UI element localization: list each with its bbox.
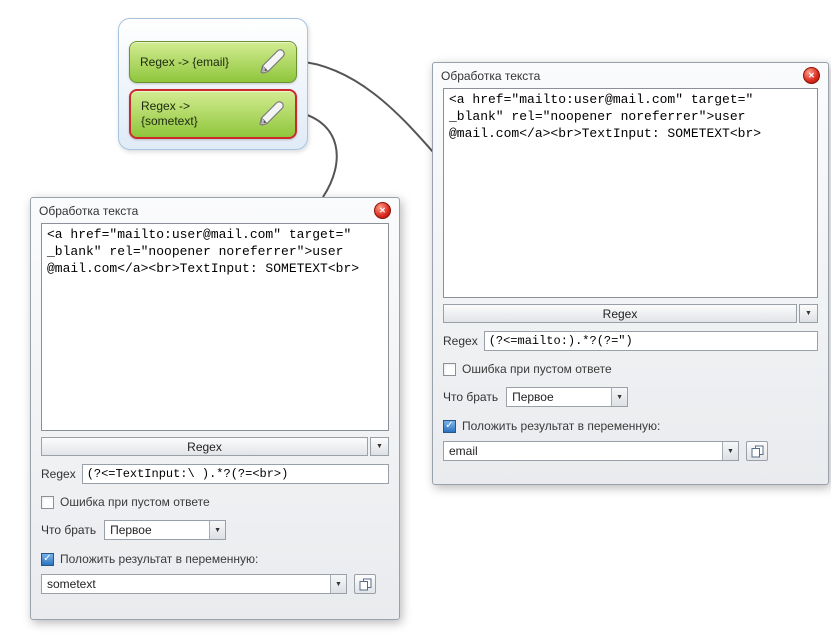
action-group[interactable]: Regex -> {email} Regex -> {sometext}	[118, 18, 308, 150]
variable-name: sometext	[42, 577, 330, 591]
error-checkbox-label: Ошибка при пустом ответе	[60, 495, 210, 509]
chevron-down-icon[interactable]	[611, 388, 627, 406]
action-block-label: Regex -> {sometext}	[131, 99, 256, 129]
put-to-variable-checkbox[interactable]	[41, 553, 54, 566]
dialog-titlebar[interactable]: Обработка текста	[31, 198, 399, 223]
variable-select[interactable]: email	[443, 441, 739, 461]
action-block-sometext-selected[interactable]: Regex -> {sometext}	[129, 89, 297, 139]
regex-input[interactable]	[82, 464, 389, 484]
chevron-down-icon[interactable]	[722, 442, 738, 460]
take-select[interactable]: Первое	[104, 520, 226, 540]
mode-button[interactable]: Regex	[443, 304, 797, 323]
put-to-variable-label: Положить результат в переменную:	[462, 419, 660, 433]
regex-label: Regex	[41, 467, 76, 481]
text-processing-dialog-email: Обработка текста <a href="mailto:user@ma…	[432, 62, 829, 485]
dialog-title: Обработка текста	[39, 204, 374, 218]
chevron-down-icon[interactable]	[209, 521, 225, 539]
take-select-value: Первое	[507, 390, 611, 404]
variable-name: email	[444, 444, 722, 458]
source-text-area[interactable]: <a href="mailto:user@mail.com" target=" …	[443, 88, 818, 298]
error-checkbox[interactable]	[443, 363, 456, 376]
connector-email	[297, 61, 433, 152]
mode-button[interactable]: Regex	[41, 437, 368, 456]
put-to-variable-label: Положить результат в переменную:	[60, 552, 258, 566]
text-processing-dialog-sometext: Обработка текста <a href="mailto:user@ma…	[30, 197, 400, 620]
regex-label: Regex	[443, 334, 478, 348]
copy-button[interactable]	[354, 574, 376, 594]
action-block-email[interactable]: Regex -> {email}	[129, 41, 297, 83]
pen-icon	[257, 46, 289, 78]
mode-dropdown-arrow-icon[interactable]	[799, 304, 818, 323]
put-to-variable-checkbox[interactable]	[443, 420, 456, 433]
close-icon[interactable]	[374, 202, 391, 219]
variable-select[interactable]: sometext	[41, 574, 347, 594]
take-select-value: Первое	[105, 523, 209, 537]
copy-icon	[751, 445, 764, 458]
dialog-titlebar[interactable]: Обработка текста	[433, 63, 828, 88]
take-label: Что брать	[443, 390, 498, 404]
take-select[interactable]: Первое	[506, 387, 628, 407]
source-text-area[interactable]: <a href="mailto:user@mail.com" target=" …	[41, 223, 389, 431]
close-icon[interactable]	[803, 67, 820, 84]
copy-button[interactable]	[746, 441, 768, 461]
canvas: Regex -> {email} Regex -> {sometext} Обр…	[0, 0, 831, 637]
dialog-title: Обработка текста	[441, 69, 803, 83]
action-block-label: Regex -> {email}	[130, 55, 257, 70]
mode-dropdown-arrow-icon[interactable]	[370, 437, 389, 456]
regex-input[interactable]	[484, 331, 818, 351]
copy-icon	[359, 578, 372, 591]
take-label: Что брать	[41, 523, 96, 537]
pen-icon	[256, 98, 288, 130]
error-checkbox[interactable]	[41, 496, 54, 509]
error-checkbox-label: Ошибка при пустом ответе	[462, 362, 612, 376]
chevron-down-icon[interactable]	[330, 575, 346, 593]
